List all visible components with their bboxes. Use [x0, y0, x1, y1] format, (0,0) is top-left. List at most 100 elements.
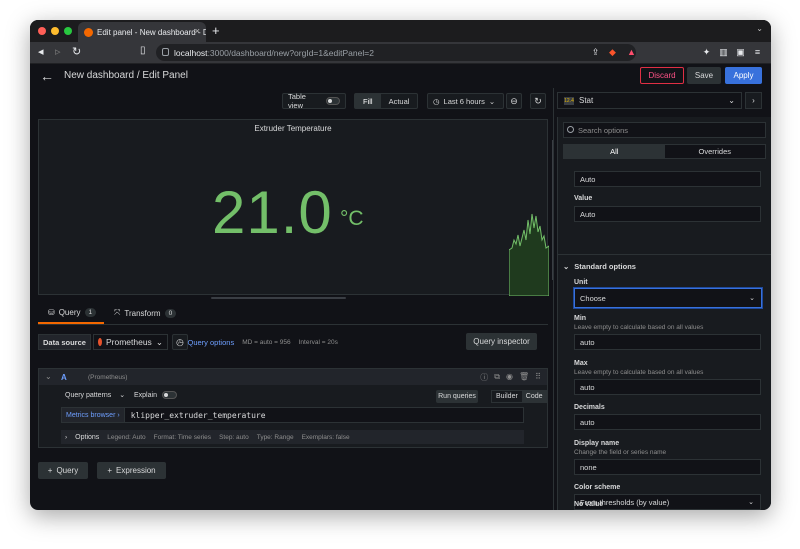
- code-option[interactable]: Code: [521, 391, 547, 402]
- save-button[interactable]: Save: [687, 67, 721, 84]
- query-datasource: (Prometheus): [88, 374, 128, 381]
- add-query-label: Query: [56, 466, 79, 475]
- panel-resize-handle[interactable]: [211, 297, 346, 299]
- eye-icon[interactable]: ◉: [506, 372, 513, 383]
- chevron-down-icon: ⌄: [563, 262, 570, 271]
- apply-button[interactable]: Apply: [725, 67, 762, 84]
- sidebar-icon[interactable]: ▥: [718, 47, 729, 58]
- query-row-a: ⌄ A (Prometheus) ⓘ ⧉ ◉ 🗑 ⠿ Query pattern…: [38, 368, 548, 448]
- table-view-switch[interactable]: [325, 97, 340, 105]
- new-tab-button[interactable]: +: [212, 23, 220, 38]
- editor-mode-toggle: Builder Code: [491, 390, 548, 403]
- tab-all[interactable]: All: [564, 145, 665, 158]
- discard-button[interactable]: Discard: [640, 67, 684, 84]
- chevron-down-icon: ⌄: [748, 499, 754, 506]
- browser-menu-icon[interactable]: ≡: [752, 47, 763, 58]
- back-arrow-icon[interactable]: ←: [40, 68, 54, 84]
- fill-option[interactable]: Fill: [355, 94, 381, 108]
- min-input[interactable]: auto: [574, 334, 761, 350]
- tab-title: Edit panel - New dashboard - D: [97, 27, 206, 37]
- maximize-window-button[interactable]: [64, 27, 72, 35]
- decimals-input[interactable]: auto: [574, 414, 761, 430]
- add-expression-button[interactable]: + Expression: [97, 462, 166, 479]
- max-datapoints-info: MD = auto = 956: [242, 338, 291, 346]
- tab-query-label: Query: [58, 308, 81, 317]
- query-row-actions: ⓘ ⧉ ◉ 🗑 ⠿: [480, 372, 541, 383]
- refresh-button[interactable]: ↻: [530, 93, 546, 109]
- share-icon[interactable]: ⇪: [590, 47, 601, 58]
- help-icon[interactable]: ⓘ: [480, 372, 488, 383]
- value-field[interactable]: Auto: [574, 206, 761, 222]
- query-patterns-select[interactable]: Query patterns ⌄: [65, 391, 125, 399]
- decimals-label: Decimals: [574, 404, 605, 411]
- run-queries-button[interactable]: Run queries: [436, 390, 478, 403]
- extensions-icon[interactable]: ✦: [701, 47, 712, 58]
- search-options-input[interactable]: Search options: [563, 122, 766, 138]
- tab-search-icon[interactable]: ⌄: [756, 24, 763, 33]
- pane-splitter[interactable]: [553, 88, 554, 510]
- reload-icon[interactable]: ↻: [72, 45, 81, 58]
- table-view-toggle[interactable]: Table view: [282, 92, 346, 110]
- explain-switch[interactable]: [161, 391, 177, 399]
- stat-viz-icon: 12.4: [564, 96, 574, 105]
- transform-count-badge: 0: [164, 308, 177, 318]
- max-label: Max: [574, 360, 588, 367]
- close-window-button[interactable]: [38, 27, 46, 35]
- visualization-picker[interactable]: 12.4 Stat ⌄: [557, 92, 742, 109]
- time-range-picker[interactable]: ◷ Last 6 hours ⌄: [427, 93, 504, 109]
- max-description: Leave empty to calculate based on all va…: [574, 369, 704, 376]
- query-tabs: ⛁ Query 1 ⤧ Transform 0: [38, 306, 548, 324]
- brave-rewards-icon[interactable]: ▲: [626, 47, 637, 58]
- calculation-field[interactable]: Auto: [574, 171, 761, 187]
- tab-overrides[interactable]: Overrides: [665, 145, 766, 158]
- max-input[interactable]: auto: [574, 379, 761, 395]
- panel-title: Extruder Temperature: [254, 124, 332, 133]
- query-options-row[interactable]: › Options Legend: Auto Format: Time seri…: [61, 430, 524, 444]
- metrics-browser-button[interactable]: Metrics browser ›: [62, 408, 125, 422]
- standard-options-header[interactable]: ⌄ Standard options: [563, 262, 636, 271]
- drag-handle-icon[interactable]: ⠿: [535, 372, 541, 383]
- query-editor: Metrics browser › klipper_extruder_tempe…: [61, 407, 524, 423]
- sparkline: [509, 213, 549, 296]
- collapse-options-button[interactable]: ›: [745, 92, 762, 109]
- tab-transform[interactable]: ⤧ Transform 0: [114, 308, 177, 318]
- query-options[interactable]: › Query options MD = auto = 956 Interval…: [177, 334, 338, 350]
- minimize-window-button[interactable]: [51, 27, 59, 35]
- stat-unit: °C: [340, 207, 364, 230]
- display-name-input[interactable]: none: [574, 459, 761, 475]
- tab-close-icon[interactable]: ×: [195, 26, 200, 36]
- promql-input[interactable]: klipper_extruder_temperature: [125, 411, 266, 420]
- query-patterns-label: Query patterns: [65, 392, 112, 399]
- unit-value: Choose: [580, 293, 606, 303]
- add-query-button[interactable]: + Query: [38, 462, 88, 479]
- query-ref-id[interactable]: A: [61, 373, 67, 382]
- unit-label: Unit: [574, 279, 588, 286]
- forward-nav-icon[interactable]: ▹: [55, 45, 61, 58]
- transform-icon: ⤧: [114, 308, 121, 317]
- datasource-picker[interactable]: Prometheus ⌄: [92, 334, 168, 350]
- query-options-label: Query options: [187, 337, 235, 347]
- color-scheme-label: Color scheme: [574, 484, 621, 491]
- explain-toggle[interactable]: Explain: [134, 391, 177, 399]
- trash-icon[interactable]: 🗑: [519, 372, 529, 383]
- query-inspector-button[interactable]: Query inspector: [466, 333, 537, 350]
- chevron-down-icon: ⌄: [119, 392, 126, 399]
- unit-select[interactable]: Choose ⌄: [574, 288, 762, 308]
- section-divider: [558, 254, 771, 255]
- chevron-down-icon: ⌄: [749, 295, 755, 302]
- zoom-out-button[interactable]: ⊖: [506, 93, 522, 109]
- duplicate-icon[interactable]: ⧉: [494, 372, 500, 383]
- brave-shield-icon[interactable]: ◆: [607, 47, 618, 58]
- tab-query[interactable]: ⛁ Query 1: [48, 308, 97, 317]
- browser-tab[interactable]: Edit panel - New dashboard - D ×: [78, 22, 206, 42]
- url-field[interactable]: localhost:3000/dashboard/new?orgId=1&edi…: [156, 44, 636, 61]
- collapse-chevron-icon[interactable]: ⌄: [45, 372, 52, 381]
- stat-value: 21.0: [212, 179, 333, 246]
- builder-option[interactable]: Builder: [492, 391, 522, 402]
- bookmark-icon[interactable]: ▯: [140, 45, 146, 56]
- wallet-icon[interactable]: ▣: [735, 47, 746, 58]
- chevron-down-icon: ⌄: [155, 336, 163, 347]
- actual-option[interactable]: Actual: [381, 94, 418, 108]
- back-nav-icon[interactable]: ◂: [38, 45, 44, 58]
- chevron-down-icon: ⌄: [728, 96, 735, 105]
